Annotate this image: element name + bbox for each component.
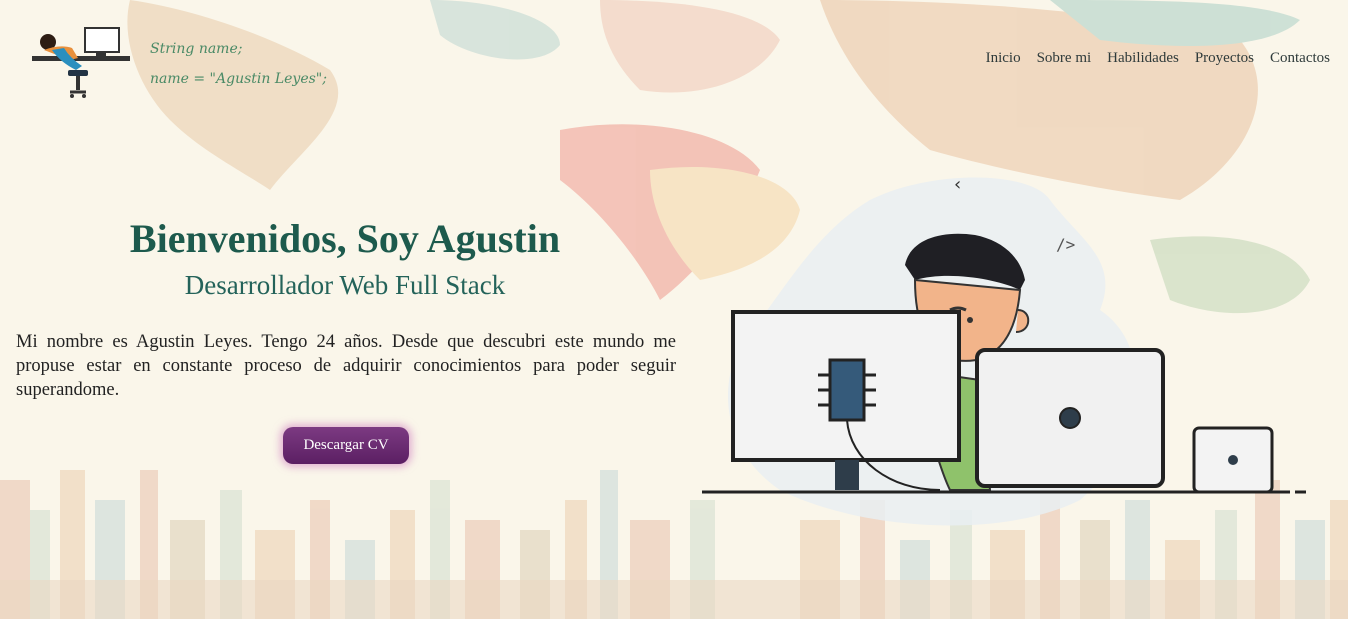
code-line-1: String name;: [150, 41, 243, 57]
nav-item-contactos[interactable]: Contactos: [1270, 50, 1330, 67]
download-cv-button[interactable]: Descargar CV: [283, 427, 409, 464]
nav-item-sobre-mi[interactable]: Sobre mi: [1037, 50, 1092, 67]
hero-paragraph: Mi nombre es Agustin Leyes. Tengo 24 año…: [16, 332, 676, 400]
code-tag-icon: />: [1056, 235, 1075, 254]
hero-subtitle: Desarrollador Web Full Stack: [184, 270, 506, 300]
main-nav: Inicio Sobre mi Habilidades Proyectos Co…: [986, 50, 1330, 67]
nav-item-proyectos[interactable]: Proyectos: [1195, 50, 1254, 67]
nav-item-habilidades[interactable]: Habilidades: [1107, 50, 1179, 67]
developer-with-computers-icon: ‹ />: [702, 174, 1306, 526]
hero-title: Bienvenidos, Soy Agustin: [129, 216, 561, 261]
code-line-2: name = "Agustin Leyes";: [150, 71, 327, 87]
developer-at-desk-icon[interactable]: [30, 26, 140, 106]
nav-item-inicio[interactable]: Inicio: [986, 50, 1021, 67]
chevron-icon: ‹: [954, 174, 961, 195]
code-snippet: String name; name = "Agustin Leyes";: [150, 34, 327, 94]
